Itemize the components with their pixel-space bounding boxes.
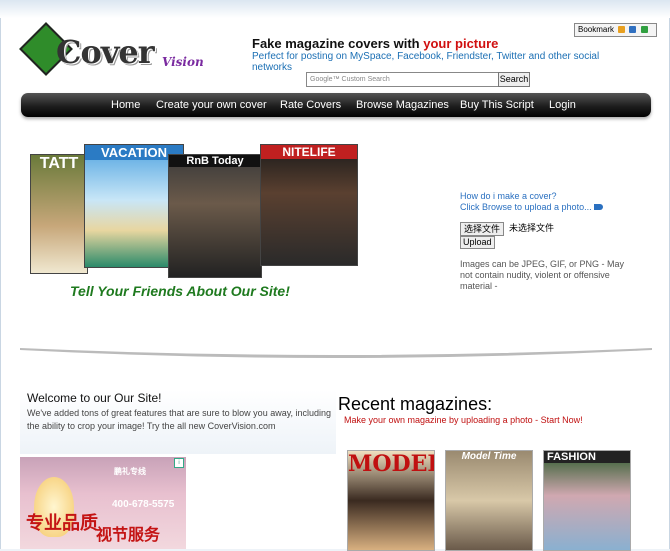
cover-title: NITELIFE xyxy=(261,145,357,159)
tagline: Fake magazine covers with your picture xyxy=(252,36,498,51)
search-button[interactable]: Search xyxy=(498,72,530,87)
magazine-title: Model Time xyxy=(461,451,517,462)
logo-word: Cover xyxy=(56,33,155,71)
recent-title: Recent magazines: xyxy=(338,394,493,414)
ad-logo: 鹏礼专线 xyxy=(114,467,146,476)
how-instruction: Click Browse to upload a photo... xyxy=(460,202,592,212)
ad-line1: 专业品质 xyxy=(26,513,98,533)
image-note: Images can be JPEG, GIF, or PNG - May no… xyxy=(460,259,625,291)
welcome-box: Welcome to our Our Site! We've added ton… xyxy=(20,390,336,454)
nav-browse-magazines[interactable]: Browse Magazines xyxy=(356,93,449,117)
recent-magazine[interactable]: FASHION xyxy=(543,450,631,551)
tell-friends-link[interactable]: Tell Your Friends About Our Site! xyxy=(70,283,290,299)
nav-create-cover[interactable]: Create your own cover xyxy=(156,93,267,117)
top-strip xyxy=(0,0,670,18)
nav-home[interactable]: Home xyxy=(111,93,140,117)
arrow-icon xyxy=(593,204,603,210)
advertisement[interactable]: 鹏礼专线 400-678-5575 专业品质 视节服务 i xyxy=(20,457,186,549)
logo-sub: Vision xyxy=(162,55,204,69)
digg-icon xyxy=(640,26,648,34)
magazine-title: FASHION xyxy=(544,451,630,463)
cover-title: RnB Today xyxy=(169,155,261,167)
delicious-icon xyxy=(629,26,637,34)
cover-rnb-today: RnB Today xyxy=(168,154,262,278)
site-logo[interactable]: Cover Vision xyxy=(19,22,212,80)
main-nav: Home Create your own cover Rate Covers B… xyxy=(21,93,651,117)
nav-rate-covers[interactable]: Rate Covers xyxy=(280,93,341,117)
nav-buy-script[interactable]: Buy This Script xyxy=(460,93,534,117)
sample-covers: TATT VACATION RnB Today NITELIFE xyxy=(26,142,358,278)
upload-button[interactable]: Upload xyxy=(460,236,495,249)
bookmark-label: Bookmark xyxy=(578,25,615,34)
welcome-body: We've added tons of great features that … xyxy=(27,408,332,431)
search-input[interactable]: Google™ Custom Search xyxy=(306,72,499,87)
ad-phone: 400-678-5575 xyxy=(112,499,175,510)
recent-subtitle[interactable]: Make your own magazine by uploading a ph… xyxy=(344,415,583,425)
magazine-title: MODEL xyxy=(348,451,435,477)
cover-nitelife: NITELIFE xyxy=(260,144,358,266)
tagline-text: Fake magazine covers with xyxy=(252,36,424,51)
bookmark-button[interactable]: Bookmark xyxy=(574,23,657,37)
ad-info-icon[interactable]: i xyxy=(174,458,184,468)
subtagline: Perfect for posting on MySpace, Facebook… xyxy=(252,51,600,73)
recent-magazine[interactable]: MODEL xyxy=(347,450,435,551)
ad-line2: 视节服务 xyxy=(96,527,161,544)
no-file-label: 未选择文件 xyxy=(509,223,555,233)
recent-magazine[interactable]: Model Time xyxy=(445,450,533,551)
share-icon xyxy=(618,26,626,34)
nav-login[interactable]: Login xyxy=(549,93,576,117)
section-divider xyxy=(20,348,652,358)
cover-tatt: TATT xyxy=(30,154,88,274)
tagline-highlight: your picture xyxy=(423,36,499,51)
cover-title: TATT xyxy=(39,155,79,172)
choose-file-button[interactable]: 选择文件 xyxy=(460,222,505,236)
welcome-title: Welcome to our Our Site! xyxy=(27,391,162,405)
how-question[interactable]: How do i make a cover? xyxy=(460,191,620,202)
how-to-text: How do i make a cover? Click Browse to u… xyxy=(460,191,620,213)
